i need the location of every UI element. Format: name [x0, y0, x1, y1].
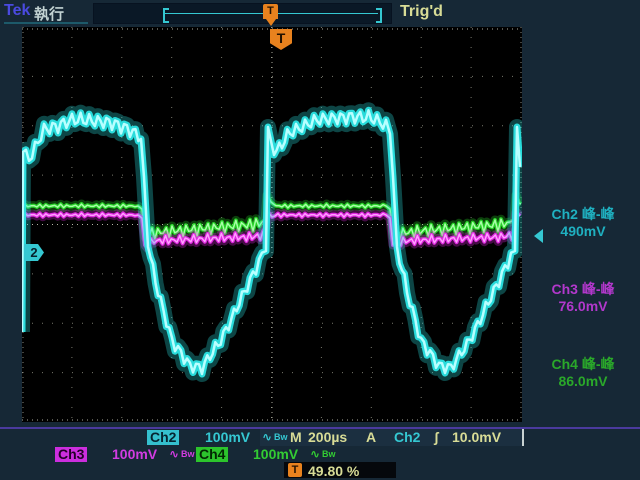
- measurement-ch3-pkpk: Ch3 峰-峰 76.0mV: [526, 281, 640, 315]
- trigger-position-pointer-icon: [266, 19, 276, 26]
- oscilloscope-screen: Tek 執行 T Trig'd T 2 Ch2 峰-峰 490mV Ch3 峰-…: [0, 0, 640, 480]
- meas-ch2-channel: Ch2: [551, 206, 578, 222]
- trigger-level: 10.0mV: [452, 429, 502, 445]
- meas-ch3-label: 峰-峰: [581, 281, 615, 297]
- trigger-position-value: 49.80 %: [308, 463, 360, 479]
- timebase-label: M: [290, 429, 302, 445]
- trigger-position-icon: T: [288, 463, 302, 477]
- waveform-plot: [22, 27, 522, 422]
- window-bracket-left: [163, 8, 169, 23]
- brand-logo: Tek: [4, 2, 31, 19]
- trigger-slope-icon: ʃ: [434, 429, 439, 445]
- meas-ch4-value: 86.0mV: [558, 373, 608, 389]
- ch3-scale: 100mV: [112, 446, 158, 462]
- ch2-bandwidth-icon: Bw: [274, 432, 288, 442]
- ch3-badge: Ch3: [55, 447, 88, 462]
- ch3-bandwidth-icon: Bw: [181, 449, 195, 459]
- ch2-coupling-icon: ∿: [262, 430, 273, 444]
- trigger-position-flag-icon: T: [263, 4, 278, 19]
- readout-row-3: T 49.80 %: [0, 461, 640, 479]
- meas-ch3-channel: Ch3: [551, 281, 578, 297]
- record-view-bar: T: [93, 3, 392, 26]
- ch3-coupling-icon: ∿: [169, 447, 180, 461]
- trigger-status: Trig'd: [400, 3, 443, 20]
- ch4-bandwidth-icon: Bw: [322, 449, 336, 459]
- ch4-badge: Ch4: [196, 447, 229, 462]
- meas-ch2-value: 490mV: [560, 223, 606, 239]
- timebase-value: 200µs: [308, 429, 348, 445]
- ch4-coupling-icon: ∿: [310, 447, 321, 461]
- trigger-source: Ch2: [394, 429, 421, 445]
- readout-row-1: Ch2 100mV ∿ Bw M 200µs A Ch2 ʃ 10.0mV: [0, 429, 640, 446]
- meas-ch4-label: 峰-峰: [581, 356, 615, 372]
- header-bar: Tek 執行 T Trig'd: [0, 0, 640, 26]
- ch2-scale: 100mV: [205, 429, 251, 445]
- meas-ch2-label: 峰-峰: [581, 206, 615, 222]
- measurement-ch2-pkpk: Ch2 峰-峰 490mV: [526, 206, 640, 240]
- ch2-badge: Ch2: [147, 430, 180, 445]
- acquisition-status: 執行: [34, 6, 65, 23]
- graticule: T 2: [22, 27, 543, 422]
- meas-ch4-channel: Ch4: [551, 356, 578, 372]
- window-bracket-right: [376, 8, 382, 23]
- meas-ch3-value: 76.0mV: [558, 298, 608, 314]
- measurement-ch4-pkpk: Ch4 峰-峰 86.0mV: [526, 356, 640, 390]
- ch4-scale: 100mV: [253, 446, 299, 462]
- trigger-prefix: A: [366, 429, 377, 445]
